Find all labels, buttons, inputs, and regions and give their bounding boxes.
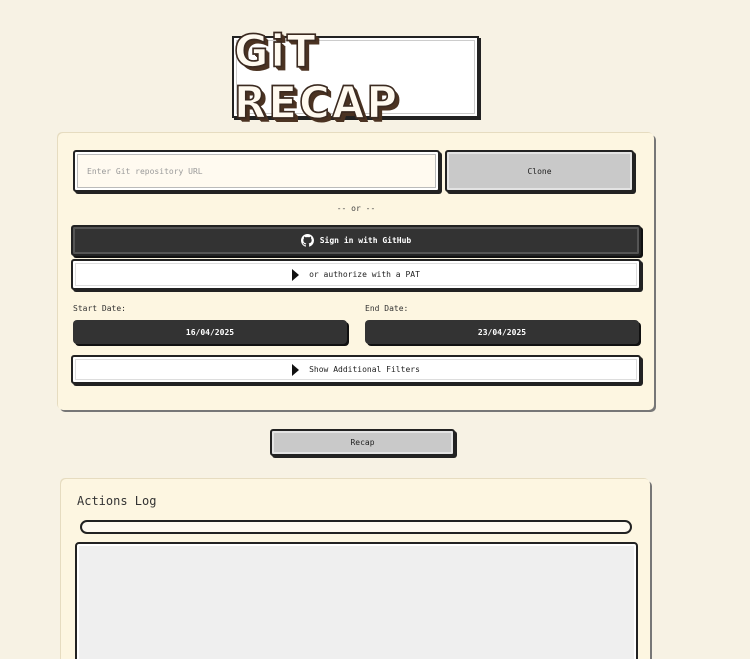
actions-log-title: Actions Log <box>77 494 157 508</box>
clone-button-label: Clone <box>527 166 552 176</box>
progress-bar <box>80 520 632 534</box>
expand-triangle-icon <box>292 363 300 376</box>
app-title-banner: GiT RECAP <box>232 25 479 129</box>
end-date-value: 23/04/2025 <box>477 327 527 337</box>
start-date-value: 16/04/2025 <box>185 327 235 337</box>
end-date-input[interactable]: 23/04/2025 <box>365 320 639 344</box>
end-date-label: End Date: <box>365 304 409 313</box>
github-signin-label: Sign in with GitHub <box>319 236 412 245</box>
filters-toggle-label: Show Additional Filters <box>309 365 420 374</box>
additional-filters-toggle[interactable]: Show Additional Filters <box>71 355 641 384</box>
repo-url-input[interactable] <box>73 150 440 192</box>
github-icon <box>300 234 314 247</box>
start-date-label: Start Date: <box>73 304 126 313</box>
start-date-input[interactable]: 16/04/2025 <box>73 320 347 344</box>
app-title: GiT RECAP <box>233 25 400 130</box>
pat-disclosure-toggle[interactable]: or authorize with a PAT <box>71 259 641 290</box>
recap-button[interactable]: Recap <box>270 429 455 456</box>
actions-log-textarea[interactable] <box>75 542 638 659</box>
pat-toggle-label: or authorize with a PAT <box>309 270 420 279</box>
clone-button[interactable]: Clone <box>445 150 634 192</box>
github-signin-button[interactable]: Sign in with GitHub <box>71 225 641 256</box>
recap-button-label: Recap <box>350 438 375 447</box>
expand-triangle-icon <box>292 268 300 281</box>
or-separator: -- or -- <box>336 204 376 213</box>
